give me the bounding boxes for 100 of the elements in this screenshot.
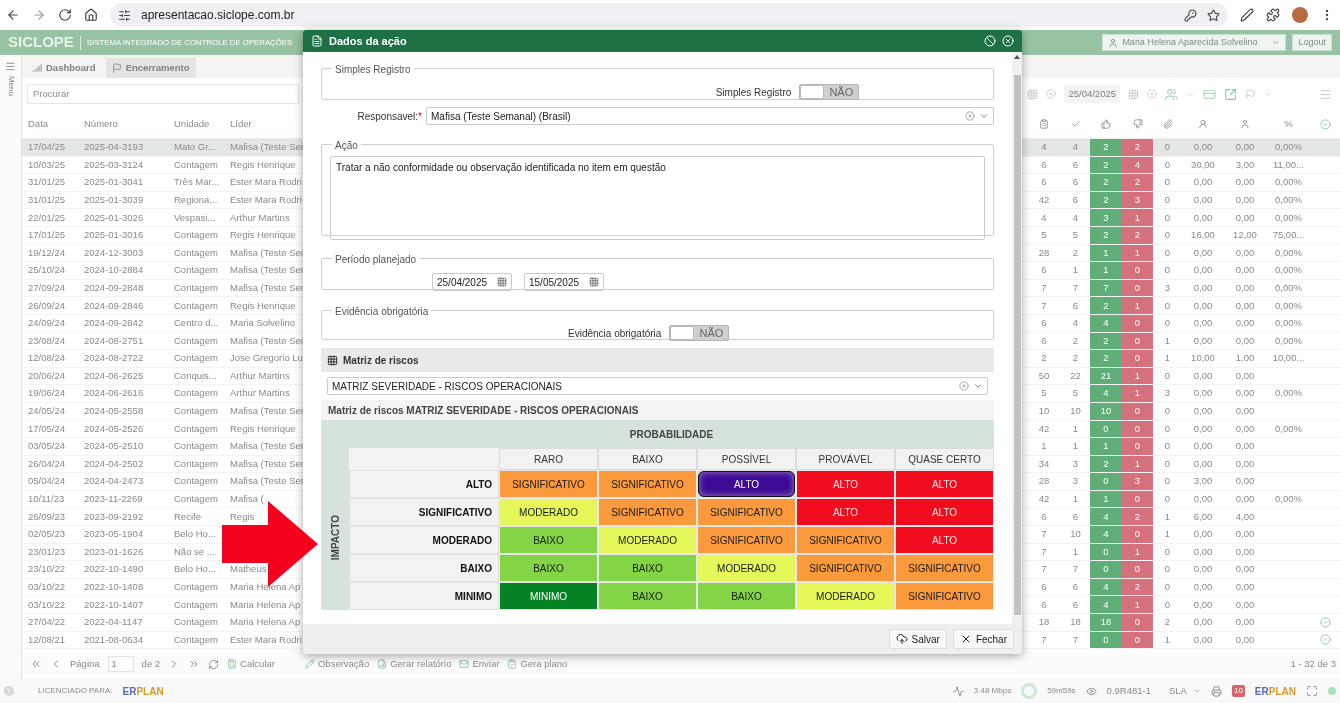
table-cell-text: 3,00	[1234, 157, 1256, 172]
table-cell-text: Jose Gregorio Lu	[229, 351, 303, 366]
table-cell-text: 2024-08-2722	[83, 351, 145, 366]
table-cell: 4	[1090, 596, 1122, 614]
table-cell-text: 0	[1163, 580, 1172, 594]
table-cell-text: 6	[1071, 175, 1080, 190]
table-cell-text: 6	[1040, 316, 1048, 331]
table-cell-text: 1	[1040, 439, 1048, 454]
table-cell-text: 4,00	[1234, 509, 1256, 524]
table-cell-text: 30,00	[1190, 157, 1216, 172]
table-cell-text: 6	[1071, 298, 1080, 313]
table-cell-text: Contagem	[173, 492, 219, 507]
table-cell-text: 5	[1071, 386, 1080, 401]
table-cell-text: Mafisa (Teste Ser	[229, 439, 303, 454]
table-cell-text: 23/01/23	[27, 544, 66, 559]
table-cell: 0	[1122, 350, 1153, 367]
table-cell-text: 6	[1071, 192, 1080, 207]
table-cell-text: 6	[1071, 597, 1080, 612]
table-cell-text: 34	[1037, 456, 1051, 471]
table-cell-text: 0	[1163, 140, 1172, 155]
table-cell-text: Contagem	[173, 580, 219, 594]
table-cell-text: 0,00	[1234, 562, 1256, 577]
table-cell-text: Belo Ho...	[173, 527, 217, 542]
table-cell-text: 2025-01-3016	[83, 228, 145, 243]
table-cell-text: Contagem	[173, 474, 219, 489]
table-cell-text: 6	[1040, 509, 1048, 524]
table-cell-text: 0	[1163, 404, 1172, 419]
table-cell-text: 23/10/22	[27, 562, 66, 577]
table-cell-text: 4	[1040, 140, 1048, 155]
license-label: LICENCIADO PARA:	[38, 685, 113, 697]
table-cell-text: Ester Mara Rodri	[229, 632, 303, 647]
row-header: ALTO	[349, 470, 499, 498]
table-cell-text: 2024-04-2473	[83, 474, 145, 489]
table-cell-text: Maria Solvelino	[229, 316, 296, 331]
panel-title: Matriz de riscos	[343, 353, 419, 368]
row-header: MODERADO	[349, 526, 499, 554]
table-cell: 0,00%	[1275, 421, 1302, 436]
table-cell-text: 0,00	[1192, 140, 1214, 155]
table-cell-text: 0,00	[1234, 527, 1256, 542]
table-cell-text: 12/08/21	[27, 632, 66, 647]
table-cell-text: 12/08/24	[27, 351, 66, 366]
table-cell: 0,00%	[1275, 263, 1302, 278]
table-cell: 0	[1122, 438, 1153, 455]
table-cell-text: 50	[1037, 368, 1051, 383]
table-cell-text: 3,00	[1192, 474, 1214, 489]
table-cell-text: Belo Ho...	[173, 562, 217, 577]
table-cell-text: Contagem	[173, 597, 219, 612]
session-timer: 59m59s	[1047, 685, 1076, 697]
table-cell: 1	[1090, 438, 1122, 455]
table-cell-text: 19/06/24	[27, 386, 66, 401]
table-cell-text: 0,00	[1234, 316, 1256, 331]
table-cell: 4	[1090, 508, 1122, 526]
table-cell-text: 0	[1163, 157, 1172, 172]
column-header: QUASE CERTO	[895, 448, 994, 470]
table-cell-text: 0,00	[1192, 333, 1214, 348]
table-cell-text: 7	[1040, 298, 1048, 313]
table-cell-text: 2024-09-2842	[83, 316, 145, 331]
table-cell-text: 0,00%	[1275, 280, 1302, 295]
table-cell-text: Contagem	[173, 421, 219, 436]
table-cell-text: 1	[1163, 351, 1172, 366]
table-cell-text: 0,00%	[1275, 192, 1302, 207]
table-cell-text: Matheus	[229, 562, 268, 577]
table-cell-text: 0,00	[1234, 474, 1256, 489]
table-cell-text: 2025-01-3026	[83, 210, 145, 225]
table-cell: 1	[1122, 596, 1153, 614]
table-cell-text: Recife	[173, 509, 202, 524]
table-cell: 0	[1122, 526, 1153, 543]
table-cell-text: 0,00	[1234, 632, 1256, 647]
table-cell-text: Conquis...	[173, 368, 218, 383]
table-cell-text: 2022-10-1408	[83, 580, 145, 594]
table-cell-text: 0,00	[1192, 368, 1214, 383]
column-header: BAIXO	[598, 448, 697, 470]
table-cell-text: 0,00	[1192, 562, 1214, 577]
table-cell-text: Mafisa (Teste Ser	[229, 404, 303, 419]
table-cell: 0,00%	[1275, 245, 1302, 260]
table-cell: 18	[1090, 614, 1122, 631]
page-label: Página	[70, 656, 100, 671]
table-cell: 3	[1090, 209, 1122, 226]
record-range: 1 - 32 de 3	[1290, 656, 1336, 671]
table-cell-text: 0,00	[1234, 333, 1256, 348]
table-cell: 0,00%	[1275, 386, 1302, 401]
table-cell-text: Maria Helena Ap	[229, 580, 302, 594]
table-cell-text: Regis Henrique	[229, 298, 297, 313]
table-cell-text: Contagem	[173, 351, 219, 366]
table-cell: 75,00...	[1272, 228, 1305, 243]
table-cell-text: 0,00	[1234, 368, 1256, 383]
table-cell-text: 0	[1163, 263, 1172, 278]
table-cell-text: 0,00	[1192, 298, 1214, 313]
table-cell: 0	[1090, 561, 1122, 578]
table-cell-text: 0	[1163, 210, 1172, 225]
table-cell-text: 0,00	[1192, 210, 1214, 225]
table-cell-text: 0,00	[1234, 456, 1256, 471]
table-cell-text: Maria Helena Ap	[229, 615, 302, 630]
fieldset-legend: Período planejado	[335, 254, 417, 265]
table-cell-text: 2024-04-2502	[83, 456, 145, 471]
table-cell-text: 7	[1040, 280, 1048, 295]
table-cell-text: 17/01/25	[27, 228, 66, 243]
field-label: Simples Registro	[715, 85, 792, 100]
table-cell-text: 31/01/25	[27, 175, 66, 190]
table-cell: 0,00%	[1275, 298, 1302, 313]
